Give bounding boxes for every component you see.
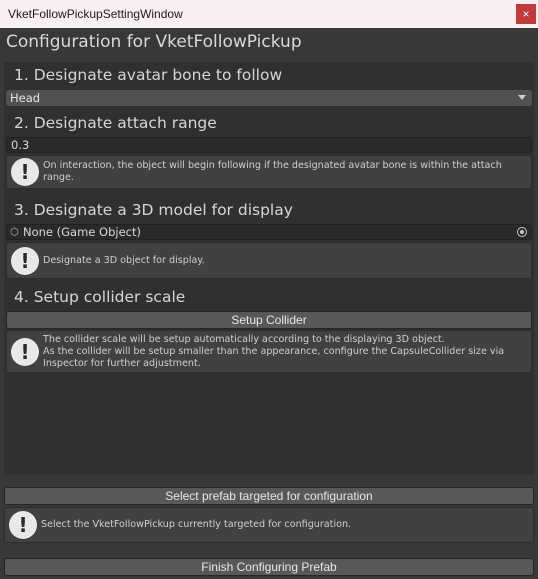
- close-icon[interactable]: ×: [516, 4, 536, 24]
- display-model-object-field[interactable]: ⬡ None (Game Object): [6, 224, 532, 240]
- help-message: Designate a 3D object for display.: [43, 254, 205, 266]
- collider-help: ! The collider scale will be setup autom…: [6, 330, 532, 373]
- object-field-value: None (Game Object): [23, 225, 141, 239]
- select-prefab-button[interactable]: Select prefab targeted for configuration: [4, 487, 534, 505]
- page-title: Configuration for VketFollowPickup: [6, 32, 302, 52]
- section-4-title: 4. Setup collider scale: [14, 288, 186, 306]
- attach-range-value: 0.3: [11, 138, 30, 152]
- avatar-bone-dropdown[interactable]: Head: [6, 90, 532, 106]
- help-message: The collider scale will be setup automat…: [43, 333, 505, 369]
- section-1-title: 1. Designate avatar bone to follow: [14, 66, 283, 84]
- dropdown-value: Head: [10, 91, 41, 105]
- info-icon: !: [11, 337, 39, 366]
- display-model-help: ! Designate a 3D object for display.: [6, 242, 532, 279]
- object-picker-icon[interactable]: [517, 227, 527, 237]
- attach-range-field[interactable]: 0.3: [6, 137, 532, 153]
- chevron-down-icon: [518, 95, 526, 100]
- window-titlebar: VketFollowPickupSettingWindow ×: [0, 0, 538, 28]
- info-icon: !: [11, 246, 39, 275]
- select-prefab-help: ! Select the VketFollowPickup currently …: [4, 507, 534, 543]
- info-icon: !: [9, 511, 37, 539]
- attach-range-help: ! On interaction, the object will begin …: [6, 155, 532, 189]
- cube-icon: ⬡: [10, 227, 19, 238]
- info-icon: !: [11, 158, 39, 186]
- section-2-title: 2. Designate attach range: [14, 114, 217, 132]
- configuration-panel: 1. Designate avatar bone to follow Head …: [4, 62, 534, 475]
- help-message: On interaction, the object will begin fo…: [43, 160, 502, 183]
- setup-collider-button[interactable]: Setup Collider: [6, 311, 532, 329]
- window-title: VketFollowPickupSettingWindow: [8, 7, 183, 21]
- section-3-title: 3. Designate a 3D model for display: [14, 201, 293, 219]
- help-message: Select the VketFollowPickup currently ta…: [41, 519, 352, 530]
- finish-configuring-button[interactable]: Finish Configuring Prefab: [4, 558, 534, 576]
